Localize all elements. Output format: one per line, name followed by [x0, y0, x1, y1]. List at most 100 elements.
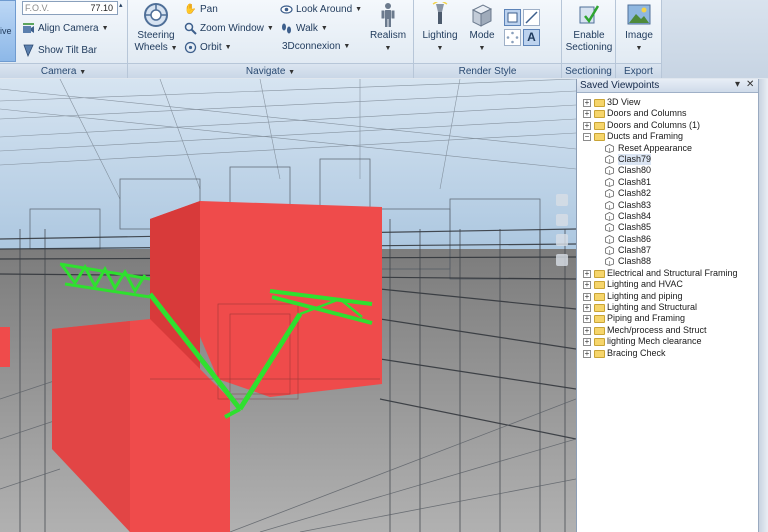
align-camera-button[interactable]: Align Camera ▼	[22, 22, 109, 35]
navigate-panel-title[interactable]: Navigate ▼	[128, 63, 413, 78]
fov-field[interactable]: F.O.V. 77.10	[22, 1, 118, 15]
navigate-panel: Steering Wheels ▼ ✋ Pan Zoom Window ▼ Or…	[128, 0, 414, 78]
tree-folder-row[interactable]: + Lighting and piping	[577, 291, 758, 302]
tree-folder-row[interactable]: + Piping and Framing	[577, 313, 758, 324]
show-tilt-bar-button[interactable]: Show Tilt Bar	[22, 44, 97, 57]
viewpoint-icon	[605, 223, 614, 233]
tree-folder-row[interactable]: + Mech/process and Struct	[577, 325, 758, 336]
pan-button[interactable]: ✋ Pan	[184, 3, 218, 16]
tree-folder-row[interactable]: + Doors and Columns (1)	[577, 120, 758, 131]
orbit-button[interactable]: Orbit ▼	[184, 41, 232, 54]
sectioning-panel: Enable Sectioning Sectioning	[562, 0, 616, 78]
points-icon	[506, 31, 519, 44]
tree-viewpoint-row[interactable]: Clash84	[577, 211, 758, 222]
tree-item-label: Bracing Check	[607, 347, 666, 358]
tree-viewpoint-row[interactable]: Clash85	[577, 222, 758, 233]
tree-viewpoint-row[interactable]: Clash88	[577, 256, 758, 267]
expand-icon[interactable]: +	[583, 292, 591, 301]
tree-viewpoint-row[interactable]: Clash86	[577, 234, 758, 245]
zoom-icon	[184, 22, 197, 35]
tree-folder-row[interactable]: + lighting Mech clearance	[577, 336, 758, 347]
viewpoint-icon	[605, 166, 614, 176]
tree-item-label: Clash85	[618, 222, 652, 233]
tree-item-label: Clash86	[618, 233, 652, 244]
chevron-down-icon: ▼	[79, 69, 87, 76]
render-style-panel-title: Render Style	[414, 63, 561, 78]
fov-value: 77.10	[90, 3, 113, 13]
text-icon: A	[527, 30, 536, 44]
expand-icon[interactable]: +	[583, 326, 591, 335]
realism-button[interactable]: Realism ▼	[366, 2, 410, 55]
surfaces-toggle[interactable]	[504, 9, 521, 26]
tree-folder-row[interactable]: +3D View	[577, 97, 758, 108]
tree-folder-row[interactable]: + Bracing Check	[577, 348, 758, 359]
lighting-button[interactable]: Lighting ▼	[418, 2, 462, 55]
expand-icon[interactable]: +	[583, 281, 591, 290]
sectioning-icon	[579, 5, 600, 24]
tree-viewpoint-row[interactable]: Reset Appearance	[577, 143, 758, 154]
lines-toggle[interactable]	[523, 9, 540, 26]
text-toggle[interactable]: A	[523, 29, 540, 46]
tree-folder-row[interactable]: − Ducts and Framing	[577, 131, 758, 142]
tree-viewpoint-row[interactable]: Clash83	[577, 200, 758, 211]
tree-item-label: Doors and Columns	[607, 108, 687, 119]
pin-icon[interactable]: ▾	[735, 79, 740, 90]
flashlight-icon	[432, 2, 448, 24]
look-around-button[interactable]: Look Around ▼	[280, 3, 362, 16]
tree-folder-row[interactable]: + Doors and Columns	[577, 108, 758, 119]
tree-item-label: Ducts and Framing	[607, 131, 684, 142]
close-icon[interactable]: ✕	[746, 79, 754, 90]
tree-item-label: Mech/process and Struct	[607, 324, 707, 335]
tree-folder-row[interactable]: + Lighting and HVAC	[577, 279, 758, 290]
zoom-window-button[interactable]: Zoom Window ▼	[184, 22, 274, 35]
walk-button[interactable]: Walk ▼	[280, 22, 328, 35]
chevron-down-icon: ▼	[355, 6, 363, 13]
viewpoint-icon	[605, 211, 614, 221]
tree-item-label: 3D View	[607, 97, 641, 107]
sectioning-panel-title: Sectioning	[562, 63, 615, 78]
chevron-down-icon: ▼	[288, 69, 296, 76]
export-panel: Image ▼ Export	[616, 0, 662, 78]
tree-folder-row[interactable]: + Lighting and Structural	[577, 302, 758, 313]
expand-icon[interactable]: +	[583, 121, 591, 130]
footprints-icon	[280, 22, 293, 35]
tree-viewpoint-row[interactable]: Clash79	[577, 153, 758, 166]
collapse-icon[interactable]: −	[583, 133, 591, 142]
tilt-bar-icon	[22, 44, 35, 57]
camera-mode-button[interactable]: ive	[0, 0, 16, 62]
mode-button[interactable]: Mode ▼	[462, 2, 502, 55]
tree-item-label: Clash81	[618, 176, 652, 187]
expand-icon[interactable]: +	[583, 110, 591, 119]
tree-viewpoint-row[interactable]: Clash87	[577, 245, 758, 256]
tree-folder-row[interactable]: + Electrical and Structural Framing	[577, 268, 758, 279]
folder-icon	[594, 338, 605, 347]
3d-viewport[interactable]	[0, 79, 576, 532]
expand-icon[interactable]: +	[583, 349, 591, 358]
expand-icon[interactable]: +	[583, 315, 591, 324]
cube-icon	[471, 4, 493, 27]
tree-item-label: Clash79	[618, 153, 652, 166]
expand-icon[interactable]: +	[583, 304, 591, 313]
expand-icon[interactable]: +	[583, 99, 591, 107]
tree-item-label: Clash87	[618, 245, 652, 256]
steering-wheels-button[interactable]: Steering Wheels ▼	[134, 2, 178, 55]
chevron-down-icon: ▼	[478, 45, 486, 52]
fov-stepper[interactable]: ▴	[119, 1, 123, 9]
expand-icon[interactable]: +	[583, 269, 591, 278]
chevron-down-icon: ▼	[384, 45, 392, 52]
tree-viewpoint-row[interactable]: Clash81	[577, 177, 758, 188]
image-button[interactable]: Image ▼	[618, 2, 660, 55]
camera-panel-title[interactable]: Camera ▼	[0, 63, 127, 78]
enable-sectioning-button[interactable]: Enable Sectioning	[564, 2, 614, 54]
points-toggle[interactable]	[504, 29, 521, 46]
tree-viewpoint-row[interactable]: Clash80	[577, 165, 758, 176]
folder-icon	[594, 121, 605, 130]
3dconnexion-button[interactable]: 3Dconnexion ▼	[280, 41, 350, 52]
tree-item-label: Doors and Columns (1)	[607, 119, 701, 130]
clash-duct-left	[0, 327, 10, 367]
align-camera-icon	[22, 22, 35, 35]
tree-viewpoint-row[interactable]: Clash82	[577, 188, 758, 199]
steering-wheel-icon	[144, 3, 168, 27]
ribbon-empty-area	[662, 0, 768, 78]
expand-icon[interactable]: +	[583, 338, 591, 347]
